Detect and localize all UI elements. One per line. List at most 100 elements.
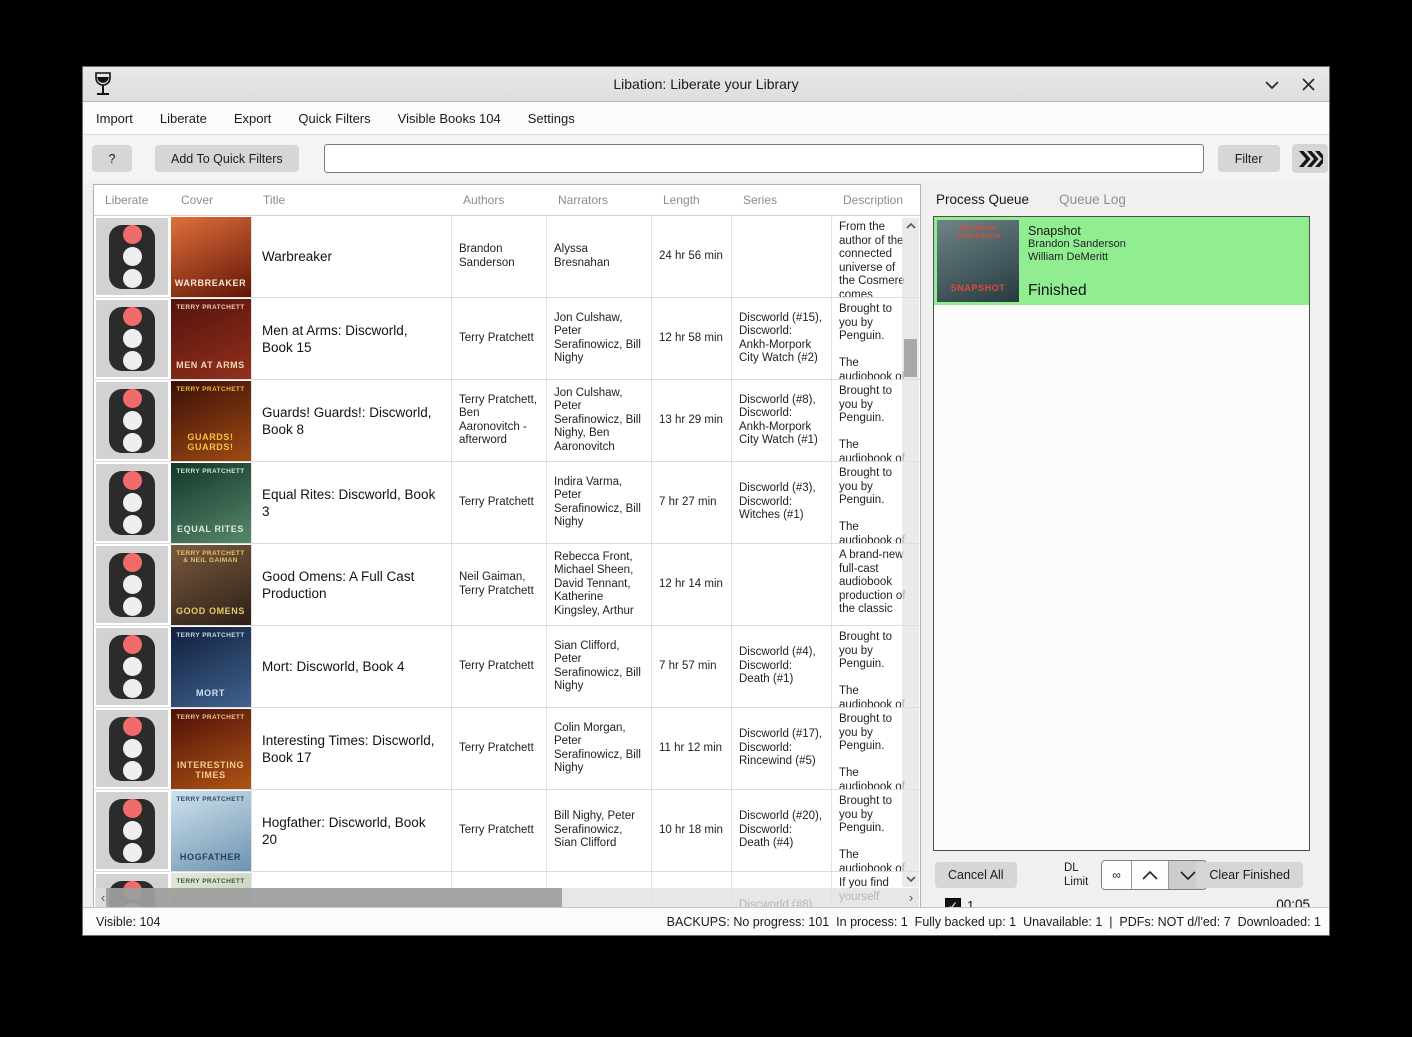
authors-cell: Terry Pratchett: [452, 462, 547, 543]
narrators-cell: Alyssa Bresnahan: [547, 216, 652, 297]
column-header-authors[interactable]: Authors: [452, 193, 547, 207]
traffic-light-icon: [109, 307, 155, 371]
traffic-light-icon: [109, 471, 155, 535]
scroll-up-icon[interactable]: [902, 218, 919, 234]
cover-cell: TERRY PRATCHETT HOGFATHER: [170, 790, 252, 871]
series-cell: Discworld (#17), Discworld: Rincewind (#…: [732, 708, 832, 789]
liberate-cell[interactable]: [94, 708, 170, 789]
liberate-cell[interactable]: [94, 626, 170, 707]
search-input[interactable]: [324, 144, 1204, 173]
series-cell: Discworld (#8), Discworld: Ankh-Morpork …: [732, 380, 832, 461]
table-row[interactable]: TERRY PRATCHETT EQUAL RITES Equal Rites:…: [94, 462, 920, 544]
vertical-scrollbar-thumb[interactable]: [904, 339, 917, 377]
cover-cell: TERRY PRATCHETT EQUAL RITES: [170, 462, 252, 543]
menu-settings[interactable]: Settings: [528, 105, 575, 132]
series-cell: Discworld (#20), Discworld: Death (#4): [732, 790, 832, 871]
column-header-cover[interactable]: Cover: [170, 193, 252, 207]
series-cell: [732, 544, 832, 625]
cancel-all-button[interactable]: Cancel All: [935, 862, 1017, 888]
menu-quick-filters[interactable]: Quick Filters: [298, 105, 370, 132]
table-row[interactable]: TERRY PRATCHETT INTERESTING TIMES Intere…: [94, 708, 920, 790]
authors-cell: Terry Pratchett: [452, 708, 547, 789]
app-window: Libation: Liberate your Library Import L…: [82, 66, 1330, 936]
queue-tabs: Process Queue Queue Log: [926, 184, 1321, 214]
title-cell: Hogfather: Discworld, Book 20: [252, 790, 452, 871]
liberate-cell[interactable]: [94, 380, 170, 461]
column-header-description[interactable]: Description: [832, 193, 920, 207]
queue-item-meta: Snapshot Brandon Sanderson William DeMer…: [1028, 220, 1126, 302]
visible-count: Visible: 104: [96, 915, 160, 929]
table-row[interactable]: TERRY PRATCHETT MORT Mort: Discworld, Bo…: [94, 626, 920, 708]
scroll-right-icon[interactable]: ›: [903, 890, 919, 905]
liberate-cell[interactable]: [94, 216, 170, 297]
table-row[interactable]: TERRY PRATCHETT GUARDS! GUARDS! Guards! …: [94, 380, 920, 462]
title-cell: Good Omens: A Full Cast Production: [252, 544, 452, 625]
table-row[interactable]: WARBREAKER Warbreaker Brandon Sanderson …: [94, 216, 920, 298]
traffic-light-icon: [109, 717, 155, 781]
length-cell: 7 hr 57 min: [652, 626, 732, 707]
authors-cell: Neil Gaiman, Terry Pratchett: [452, 544, 547, 625]
column-header-series[interactable]: Series: [732, 193, 832, 207]
clear-finished-button[interactable]: Clear Finished: [1196, 862, 1303, 888]
queue-item-title: Snapshot: [1028, 224, 1126, 238]
queue-item-cover: BRANDON SANDERSON SNAPSHOT: [937, 220, 1019, 302]
liberate-cell[interactable]: [94, 544, 170, 625]
table-row[interactable]: TERRY PRATCHETT & NEIL GAIMAN GOOD OMENS…: [94, 544, 920, 626]
filter-button[interactable]: Filter: [1218, 145, 1280, 172]
minimize-chevron-icon[interactable]: [1261, 74, 1283, 96]
dl-limit-spinner: ∞: [1101, 860, 1207, 890]
cover-cell: TERRY PRATCHETT INTERESTING TIMES: [170, 708, 252, 789]
narrators-cell: Colin Morgan, Peter Serafinowicz, Bill N…: [547, 708, 652, 789]
table-body: WARBREAKER Warbreaker Brandon Sanderson …: [94, 216, 920, 909]
book-cover: WARBREAKER: [171, 217, 251, 297]
close-icon[interactable]: [1297, 74, 1319, 96]
title-cell: Guards! Guards!: Discworld, Book 8: [252, 380, 452, 461]
liberate-cell[interactable]: [94, 298, 170, 379]
title-cell: Men at Arms: Discworld, Book 15: [252, 298, 452, 379]
table-row[interactable]: TERRY PRATCHETT HOGFATHER Hogfather: Dis…: [94, 790, 920, 872]
library-table: Liberate Cover Title Authors Narrators L…: [93, 184, 921, 909]
menu-visible-books[interactable]: Visible Books 104: [398, 105, 501, 132]
series-cell: Discworld (#3), Discworld: Witches (#1): [732, 462, 832, 543]
backups-status: BACKUPS: No progress: 101 In process: 1 …: [667, 915, 1321, 929]
table-row[interactable]: TERRY PRATCHETT MEN AT ARMS Men at Arms:…: [94, 298, 920, 380]
series-cell: Discworld (#4), Discworld: Death (#1): [732, 626, 832, 707]
spinner-up-icon[interactable]: [1132, 861, 1169, 889]
traffic-light-icon: [109, 225, 155, 289]
tab-queue-log[interactable]: Queue Log: [1059, 192, 1126, 207]
horizontal-scrollbar[interactable]: ‹ ›: [95, 888, 919, 907]
liberate-cell[interactable]: [94, 790, 170, 871]
cover-cell: TERRY PRATCHETT MEN AT ARMS: [170, 298, 252, 379]
title-cell: Warbreaker: [252, 216, 452, 297]
authors-cell: Brandon Sanderson: [452, 216, 547, 297]
column-header-narrators[interactable]: Narrators: [547, 193, 652, 207]
narrators-cell: Jon Culshaw, Peter Serafinowicz, Bill Ni…: [547, 298, 652, 379]
column-header-title[interactable]: Title: [252, 193, 452, 207]
cover-cell: TERRY PRATCHETT MORT: [170, 626, 252, 707]
menu-import[interactable]: Import: [96, 105, 133, 132]
liberate-cell[interactable]: [94, 462, 170, 543]
menu-liberate[interactable]: Liberate: [160, 105, 207, 132]
horizontal-scrollbar-thumb[interactable]: [106, 888, 562, 907]
scroll-down-icon[interactable]: [902, 871, 919, 887]
traffic-light-icon: [109, 553, 155, 617]
queue-item-narrator: William DeMeritt: [1028, 251, 1126, 264]
vertical-scrollbar[interactable]: [902, 218, 919, 887]
menubar: Import Liberate Export Quick Filters Vis…: [83, 102, 1329, 135]
dl-limit-value[interactable]: ∞: [1102, 861, 1132, 889]
column-header-liberate[interactable]: Liberate: [94, 193, 170, 207]
table-header-row: Liberate Cover Title Authors Narrators L…: [94, 185, 920, 216]
fast-forward-icon[interactable]: [1292, 144, 1328, 173]
book-cover: TERRY PRATCHETT & NEIL GAIMAN GOOD OMENS: [171, 545, 251, 625]
tab-process-queue[interactable]: Process Queue: [936, 192, 1029, 207]
title-cell: Equal Rites: Discworld, Book 3: [252, 462, 452, 543]
queue-item[interactable]: BRANDON SANDERSON SNAPSHOT Snapshot Bran…: [934, 217, 1309, 305]
book-cover: TERRY PRATCHETT HOGFATHER: [171, 791, 251, 871]
screen: Libation: Liberate your Library Import L…: [0, 0, 1412, 1037]
help-button[interactable]: ?: [92, 145, 132, 172]
menu-export[interactable]: Export: [234, 105, 272, 132]
authors-cell: Terry Pratchett: [452, 626, 547, 707]
column-header-length[interactable]: Length: [652, 193, 732, 207]
process-queue-panel: Process Queue Queue Log BRANDON SANDERSO…: [926, 184, 1321, 909]
add-to-quick-filters-button[interactable]: Add To Quick Filters: [155, 145, 299, 172]
